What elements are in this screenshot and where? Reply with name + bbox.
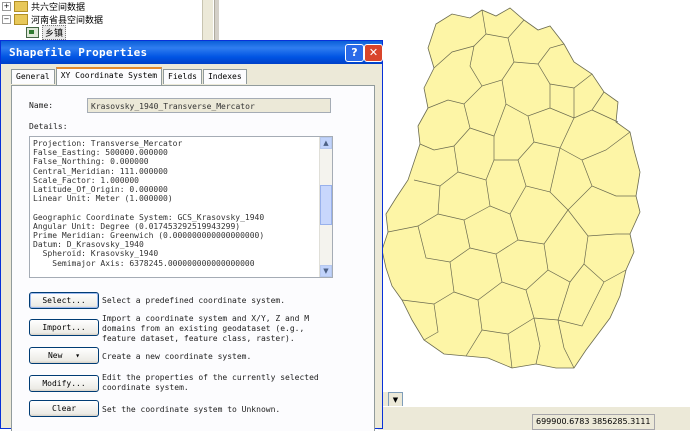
tab-fields[interactable]: Fields <box>163 69 202 84</box>
shapefile-properties-dialog: Shapefile Properties ? ✕ General XY Coor… <box>0 40 383 431</box>
clear-description: Set the coordinate system to Unknown. <box>102 405 281 414</box>
tree-item-label: 共六空间数据 <box>31 3 86 13</box>
close-button[interactable]: ✕ <box>364 44 383 62</box>
name-label: Name: <box>29 101 54 110</box>
name-field[interactable]: Krasovsky_1940_Transverse_Mercator <box>87 98 331 113</box>
details-box[interactable]: Projection: Transverse_Mercator False_Ea… <box>29 136 333 278</box>
scroll-up-icon[interactable]: ▲ <box>320 137 332 149</box>
tab-general[interactable]: General <box>11 69 55 84</box>
dialog-title: Shapefile Properties <box>9 46 148 59</box>
help-button[interactable]: ? <box>345 44 364 62</box>
scroll-down-icon[interactable]: ▼ <box>320 265 332 277</box>
tree-scrollbar[interactable] <box>202 0 213 44</box>
tree-item-xiangzhen[interactable]: 乡镇 <box>26 25 67 40</box>
tree-item-label: 乡镇 <box>42 25 67 40</box>
folder-icon <box>14 14 28 25</box>
import-button[interactable]: Import... <box>29 319 99 336</box>
new-description: Create a new coordinate system. <box>102 352 252 361</box>
select-button[interactable]: Select... <box>29 292 99 309</box>
coordinate-readout: 699900.6783 3856285.3111 <box>532 414 655 430</box>
tab-panel: Name: Krasovsky_1940_Transverse_Mercator… <box>11 85 375 431</box>
tab-xy-coordinate-system[interactable]: XY Coordinate System <box>55 67 163 85</box>
folder-icon <box>14 1 28 12</box>
expand-icon[interactable]: + <box>2 2 11 11</box>
scroll-thumb[interactable] <box>320 185 332 225</box>
new-button[interactable]: New ▾ <box>29 347 99 364</box>
map-outline <box>381 7 641 369</box>
select-description: Select a predefined coordinate system. <box>102 296 286 305</box>
details-text: Projection: Transverse_Mercator False_Ea… <box>33 139 265 268</box>
map-preview[interactable] <box>378 0 690 392</box>
new-button-label: New <box>47 351 63 360</box>
dropdown-arrow-icon: ▾ <box>75 351 81 360</box>
tab-indexes[interactable]: Indexes <box>202 69 247 84</box>
catalog-tree: + 共六空间数据 − 河南省县空间数据 乡镇 <box>0 0 212 44</box>
modify-button[interactable]: Modify... <box>29 375 99 392</box>
polygon-layer-icon <box>26 27 39 38</box>
status-bar: 699900.6783 3856285.3111 <box>378 406 690 430</box>
import-description: Import a coordinate system and X/Y, Z an… <box>102 314 310 343</box>
dialog-title-bar[interactable]: Shapefile Properties ? ✕ <box>1 41 383 64</box>
tree-item-gongliu[interactable]: + 共六空间数据 <box>2 0 85 13</box>
township-map <box>381 7 641 369</box>
details-label: Details: <box>29 122 68 131</box>
tab-strip: General XY Coordinate System Fields Inde… <box>11 67 248 85</box>
collapse-icon[interactable]: − <box>2 15 11 24</box>
clear-button[interactable]: Clear <box>29 400 99 417</box>
modify-description: Edit the properties of the currently sel… <box>102 373 319 392</box>
details-scrollbar[interactable]: ▲ ▼ <box>319 137 332 277</box>
